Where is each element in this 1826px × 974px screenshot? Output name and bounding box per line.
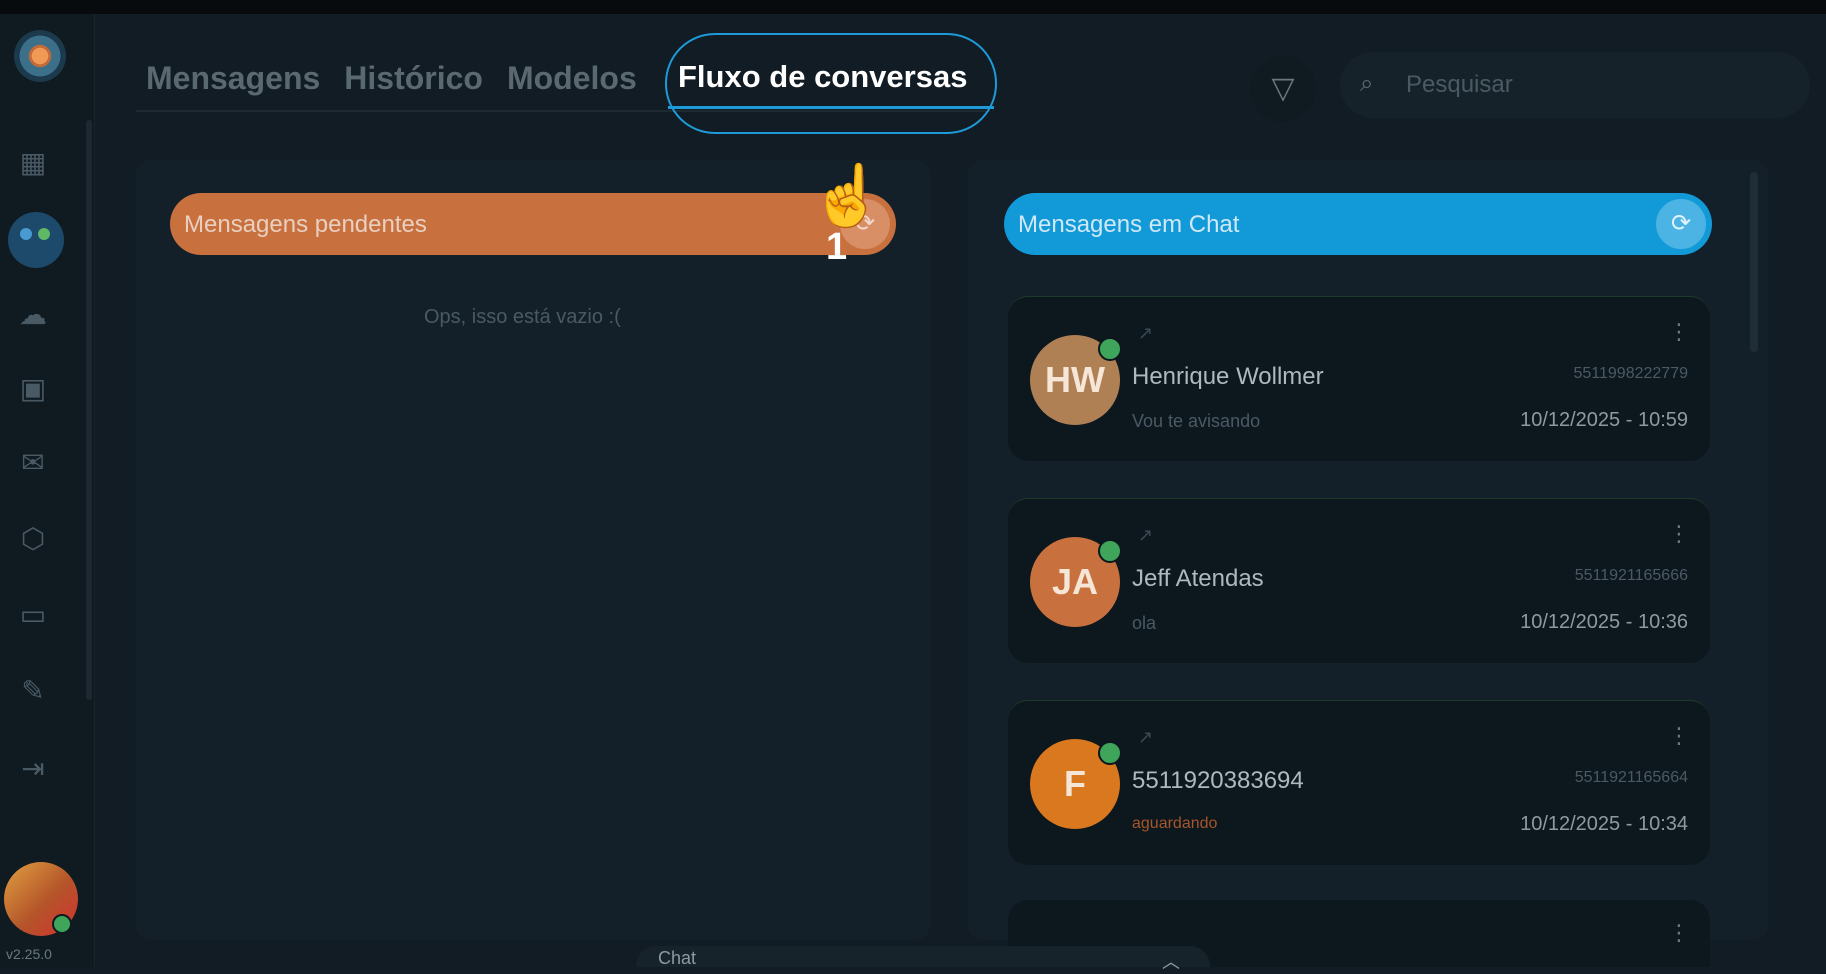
pending-header: Mensagens pendentes ⟳ bbox=[170, 193, 896, 255]
campaign-icon[interactable]: ✉ bbox=[14, 444, 52, 482]
contact-avatar: JA bbox=[1030, 537, 1122, 627]
chat-drawer-label: Chat bbox=[658, 948, 697, 968]
chat-drawer-tab[interactable]: Chat ︿ bbox=[636, 946, 1210, 972]
search-input[interactable] bbox=[1404, 66, 1788, 104]
contact-avatar: F bbox=[1030, 739, 1122, 829]
last-message: ola bbox=[1132, 613, 1157, 633]
status-dot bbox=[1098, 337, 1122, 361]
chevron-up-icon: ︿ bbox=[1162, 952, 1180, 972]
dashboard-icon[interactable]: ▦ bbox=[14, 144, 52, 182]
message-time: 10/12/2025 - 10:59 bbox=[1520, 409, 1688, 431]
contact-name: 5511920383694 bbox=[1132, 767, 1304, 794]
waiting-tag: aguardando bbox=[1132, 815, 1218, 832]
more-options-icon[interactable]: ⋮ bbox=[1668, 920, 1690, 946]
tab-historico[interactable]: Histórico bbox=[344, 60, 483, 100]
tab-mensagens[interactable]: Mensagens bbox=[146, 60, 320, 100]
online-indicator bbox=[52, 914, 72, 934]
tab-fluxo-de-conversas[interactable]: Fluxo de conversas bbox=[678, 59, 967, 95]
conversation-card[interactable]: F ↗ ⋮ 5511920383694 5511921165664 aguard… bbox=[1008, 700, 1710, 865]
more-options-icon[interactable]: ⋮ bbox=[1668, 319, 1690, 345]
status-dot bbox=[1098, 539, 1122, 563]
version-label: v2.25.0 bbox=[6, 946, 52, 962]
search-icon: ⌕ bbox=[1360, 70, 1374, 97]
pending-column bbox=[136, 160, 930, 940]
contact-name: Jeff Atendas bbox=[1132, 565, 1264, 592]
empty-message: Ops, isso está vazio :( bbox=[424, 306, 621, 328]
contact-phone: 5511921165664 bbox=[1574, 769, 1688, 786]
message-time: 10/12/2025 - 10:36 bbox=[1520, 611, 1688, 633]
sidebar-scrollbar[interactable] bbox=[86, 120, 92, 700]
contacts-icon[interactable]: ▣ bbox=[14, 370, 52, 408]
chat-nav-icon[interactable] bbox=[8, 212, 64, 268]
logout-icon[interactable]: ⇥ bbox=[14, 750, 52, 788]
contact-phone: 5511921165666 bbox=[1574, 567, 1688, 584]
bot-icon[interactable]: ☁ bbox=[14, 296, 52, 334]
edit-icon[interactable]: ✎ bbox=[14, 672, 52, 710]
tab-modelos[interactable]: Modelos bbox=[507, 60, 637, 100]
chat-refresh-button[interactable]: ⟳ bbox=[1656, 199, 1706, 249]
chat-title: Mensagens em Chat bbox=[1018, 211, 1240, 238]
pending-title: Mensagens pendentes bbox=[184, 211, 427, 238]
tab-bar: Mensagens Histórico Modelos bbox=[146, 60, 637, 100]
contact-phone: 5511998222779 bbox=[1573, 365, 1689, 382]
chat-header: Mensagens em Chat ⟳ bbox=[1004, 193, 1712, 255]
last-message: Vou te avisando bbox=[1132, 411, 1261, 431]
status-dot bbox=[1098, 741, 1122, 765]
folder-icon[interactable]: ▭ bbox=[14, 596, 52, 634]
pin-icon[interactable]: ↗ bbox=[1138, 525, 1153, 546]
conversation-card[interactable]: JA ↗ ⋮ Jeff Atendas 5511921165666 ola 10… bbox=[1008, 498, 1710, 663]
pin-icon[interactable]: ↗ bbox=[1138, 323, 1153, 344]
user-avatar[interactable] bbox=[4, 862, 78, 936]
app-logo[interactable] bbox=[14, 30, 66, 82]
more-options-icon[interactable]: ⋮ bbox=[1668, 521, 1690, 547]
contact-name: Henrique Wollmer bbox=[1132, 363, 1324, 390]
message-time: 10/12/2025 - 10:34 bbox=[1520, 813, 1688, 835]
step-number: 1 bbox=[826, 226, 848, 268]
more-options-icon[interactable]: ⋮ bbox=[1668, 723, 1690, 749]
integrations-icon[interactable]: ⬡ bbox=[14, 520, 52, 558]
top-bar bbox=[0, 0, 1826, 14]
filter-button[interactable]: ▽ bbox=[1250, 56, 1316, 122]
contact-avatar: HW bbox=[1030, 335, 1122, 425]
active-tab-indicator bbox=[668, 106, 994, 109]
conversation-card[interactable]: HW ↗ ⋮ Henrique Wollmer 5511998222779 Vo… bbox=[1008, 296, 1710, 461]
chat-scrollbar[interactable] bbox=[1750, 172, 1758, 352]
pin-icon[interactable]: ↗ bbox=[1138, 727, 1153, 748]
filter-icon: ▽ bbox=[1271, 72, 1295, 105]
pointing-hand-icon: ☝️ bbox=[810, 162, 885, 229]
refresh-icon: ⟳ bbox=[1670, 210, 1692, 237]
